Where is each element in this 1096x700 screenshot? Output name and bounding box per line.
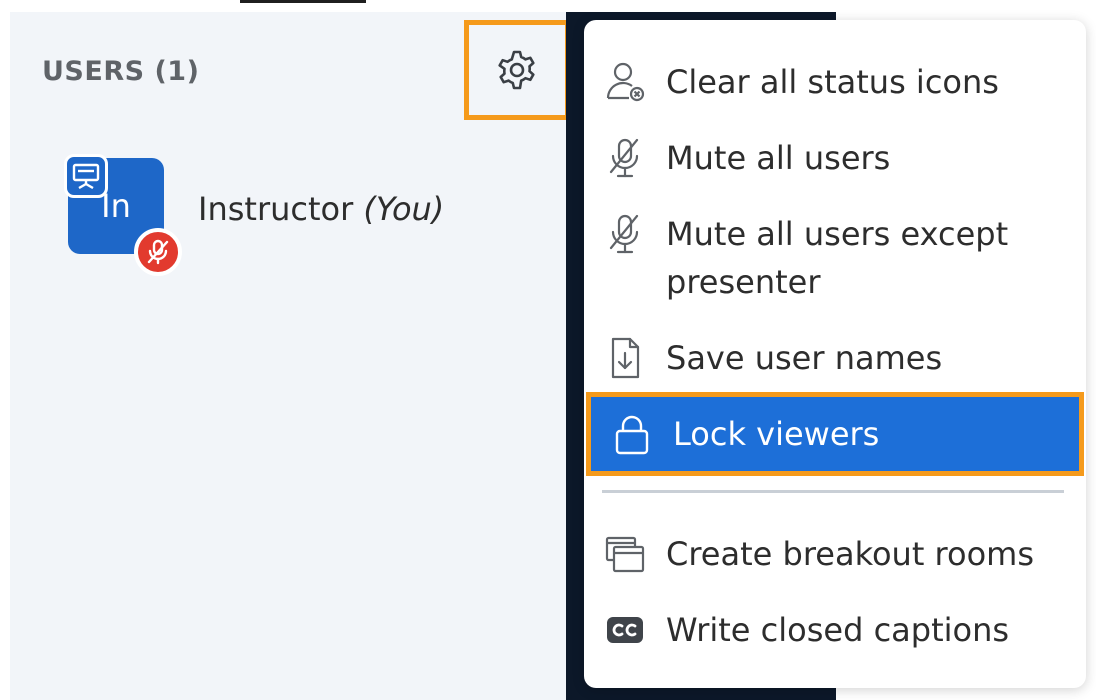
mic-muted-icon: [134, 228, 182, 276]
menu-item-label: Save user names: [666, 339, 943, 377]
windows-icon: [584, 530, 666, 578]
manage-users-button[interactable]: [464, 20, 570, 120]
menu-item-mute-except-presenter[interactable]: Mute all users except presenter: [584, 210, 1086, 306]
top-bar: [240, 0, 366, 3]
file-download-icon: [584, 334, 666, 382]
users-header: USERS (1): [42, 56, 200, 87]
menu-item-lock-viewers[interactable]: Lock viewers: [586, 392, 1084, 476]
mic-muted-icon: [584, 134, 666, 182]
mic-muted-icon: [584, 210, 666, 258]
menu-item-label: Create breakout rooms: [666, 535, 1034, 573]
presenter-icon: [64, 154, 108, 198]
user-clear-icon: [584, 58, 666, 106]
menu-item-create-breakout[interactable]: Create breakout rooms: [584, 530, 1086, 578]
menu-item-label: Lock viewers: [673, 415, 880, 453]
menu-item-label: Mute all users except presenter: [666, 215, 1009, 301]
menu-item-label: Mute all users: [666, 139, 891, 177]
gear-icon: [498, 50, 535, 90]
menu-item-write-captions[interactable]: Write closed captions: [584, 606, 1086, 654]
user-name: Instructor (You): [198, 190, 445, 228]
lock-icon: [591, 410, 673, 458]
cc-icon: [584, 606, 666, 654]
user-options-menu: Clear all status icons Mute all users Mu: [584, 20, 1086, 688]
menu-item-clear-status[interactable]: Clear all status icons: [584, 58, 1086, 106]
menu-item-save-user-names[interactable]: Save user names: [584, 334, 1086, 382]
user-list-item[interactable]: In Instructor (You): [58, 148, 478, 276]
menu-item-mute-all[interactable]: Mute all users: [584, 134, 1086, 182]
menu-divider: [602, 490, 1064, 493]
you-label: (You): [363, 190, 445, 228]
menu-item-label: Clear all status icons: [666, 63, 999, 101]
menu-item-label: Write closed captions: [666, 611, 1010, 649]
